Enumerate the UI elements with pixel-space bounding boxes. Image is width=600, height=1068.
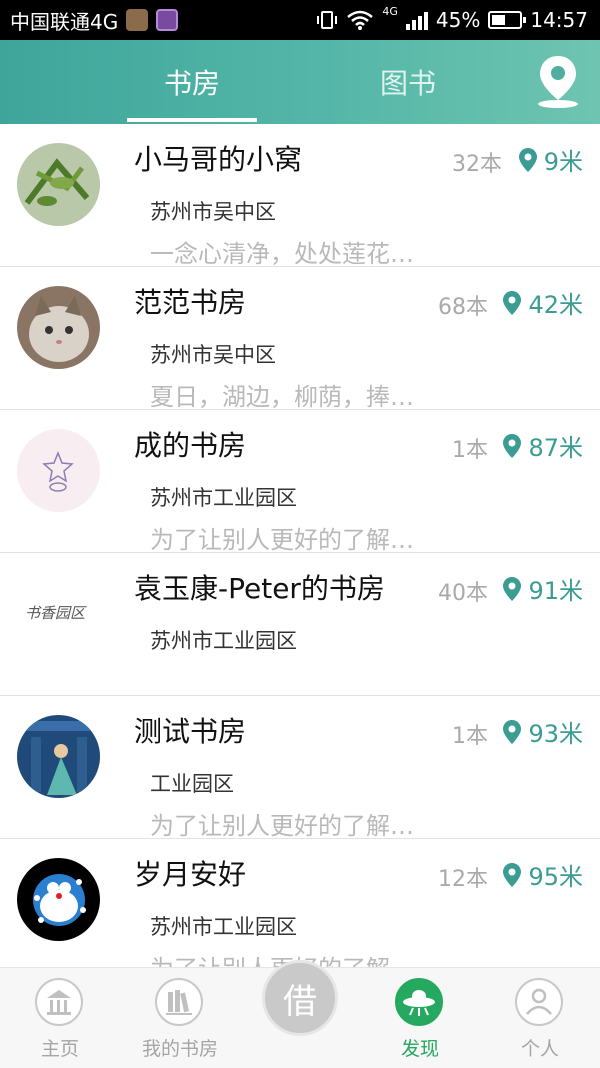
nav-label: 发现 [400, 1038, 439, 1060]
room-name: 成的书房 [134, 429, 247, 462]
app-notification-icon [126, 9, 149, 31]
nav-label: 我的书房 [141, 1038, 218, 1060]
map-pin-icon [503, 862, 522, 887]
list-item[interactable]: 范范书房 68本 42米 苏州市吴中区 夏日，湖边，柳荫，捧… [0, 267, 600, 411]
book-count: 32本 [452, 152, 502, 177]
book-count: 68本 [438, 295, 488, 320]
nav-my-study[interactable]: 我的书房 [120, 968, 240, 1068]
distance-label: 95米 [528, 863, 583, 891]
nav-label: 个人 [520, 1038, 559, 1060]
distance: 95米 [502, 857, 583, 892]
wifi-icon [347, 10, 374, 30]
room-description: 一念心清净，处处莲花… [150, 240, 414, 268]
location-pin-icon[interactable] [534, 54, 582, 110]
room-address: 苏州市工业园区 [150, 629, 297, 653]
distance-label: 93米 [528, 720, 583, 748]
gallery-notification-icon [156, 9, 179, 31]
distance: 87米 [502, 428, 583, 463]
signal-icon [405, 10, 428, 30]
carrier-label: 中国联通4G [10, 9, 119, 34]
distance-label: 42米 [528, 291, 583, 319]
battery-icon [488, 11, 527, 29]
clock: 14:57 [530, 8, 588, 32]
battery-percent: 45% [435, 8, 481, 32]
bottom-nav: 主页 我的书房 借 发现 个人 [0, 960, 600, 1068]
person-icon [515, 978, 563, 1026]
room-address: 苏州市工业园区 [150, 486, 297, 510]
vibrate-icon [317, 11, 338, 29]
room-name: 小马哥的小窝 [134, 143, 303, 176]
map-pin-icon [503, 290, 522, 315]
room-name: 测试书房 [134, 715, 247, 748]
room-name: 岁月安好 [134, 858, 247, 891]
avatar [17, 858, 100, 941]
avatar [17, 286, 100, 369]
distance: 93米 [502, 714, 583, 749]
home-icon [35, 978, 83, 1026]
tab-study[interactable]: 书房 [127, 40, 257, 124]
distance-label: 91米 [528, 577, 583, 605]
book-count: 40本 [438, 581, 488, 606]
room-address: 苏州市吴中区 [150, 200, 276, 224]
map-pin-icon [518, 147, 537, 172]
top-app-bar: 书房 图书 [0, 40, 600, 124]
ufo-icon [395, 978, 443, 1026]
list-item[interactable]: 测试书房 1本 93米 工业园区 为了让别人更好的了解… [0, 696, 600, 840]
distance: 9米 [518, 142, 583, 177]
avatar [17, 429, 100, 512]
nav-profile[interactable]: 个人 [480, 968, 600, 1068]
book-count: 1本 [452, 438, 488, 463]
room-name: 袁玉康-Peter的书房 [134, 572, 385, 605]
list-item[interactable]: 小马哥的小窝 32本 9米 苏州市吴中区 一念心清净，处处莲花… [0, 124, 600, 268]
status-bar: 中国联通4G 4G 45% 14:57 [0, 0, 600, 40]
avatar [17, 143, 100, 226]
room-name: 范范书房 [134, 286, 247, 319]
network-type-label: 4G [382, 5, 398, 18]
distance-label: 9米 [543, 148, 583, 176]
distance: 42米 [502, 285, 583, 320]
avatar [17, 715, 100, 798]
list-item[interactable]: 成的书房 1本 87米 苏州市工业园区 为了让别人更好的了解… [0, 410, 600, 554]
borrow-icon: 借 [262, 960, 338, 1036]
room-address: 工业园区 [150, 772, 234, 796]
study-room-list: 小马哥的小窝 32本 9米 苏州市吴中区 一念心清净，处处莲花… 范范书房 68… [0, 124, 600, 967]
avatar-logo-text: 书香园区 [25, 604, 86, 622]
nav-discover[interactable]: 发现 [360, 968, 480, 1068]
room-description: 为了让别人更好的了解… [150, 812, 414, 840]
room-description: 为了让别人更好的了解… [150, 526, 414, 554]
room-address: 苏州市工业园区 [150, 915, 297, 939]
bookshelf-icon [155, 978, 203, 1026]
avatar: 书香园区 [17, 572, 100, 655]
nav-label: 主页 [40, 1038, 79, 1060]
list-item[interactable]: 书香园区 袁玉康-Peter的书房 40本 91米 苏州市工业园区 [0, 553, 600, 696]
distance: 91米 [502, 571, 583, 606]
map-pin-icon [503, 433, 522, 458]
tab-books[interactable]: 图书 [343, 40, 473, 124]
room-description: 夏日，湖边，柳荫，捧… [150, 383, 414, 411]
list-item[interactable]: 岁月安好 12本 95米 苏州市工业园区 为了让别人更好的了解… [0, 839, 600, 967]
nav-home[interactable]: 主页 [0, 968, 120, 1068]
nav-borrow[interactable]: 借 [240, 960, 360, 1068]
book-count: 12本 [438, 867, 488, 892]
map-pin-icon [503, 719, 522, 744]
room-address: 苏州市吴中区 [150, 343, 276, 367]
distance-label: 87米 [528, 434, 583, 462]
book-count: 1本 [452, 724, 488, 749]
map-pin-icon [503, 576, 522, 601]
